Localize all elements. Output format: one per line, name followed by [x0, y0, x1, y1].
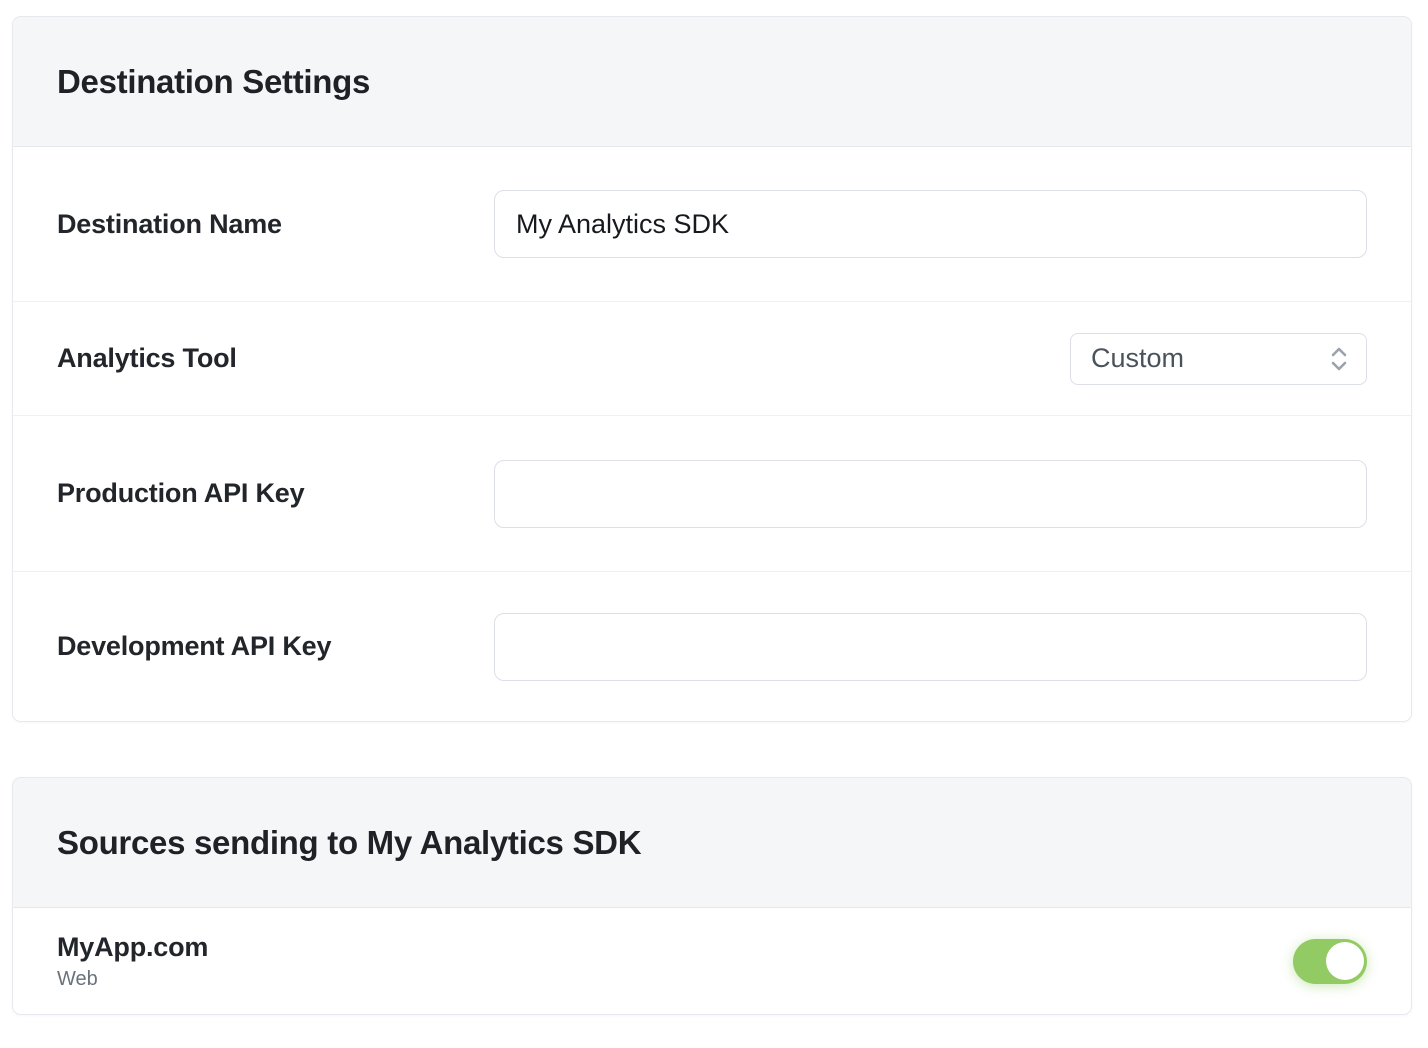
toggle-knob — [1326, 942, 1364, 980]
field-row-production-api-key: Production API Key — [13, 416, 1411, 572]
destination-settings-card: Destination Settings Destination Name An… — [12, 16, 1412, 722]
settings-page: Destination Settings Destination Name An… — [0, 16, 1428, 1048]
analytics-tool-label: Analytics Tool — [57, 343, 494, 374]
sources-header: Sources sending to My Analytics SDK — [13, 778, 1411, 908]
production-api-key-input[interactable] — [494, 460, 1367, 528]
production-api-key-label: Production API Key — [57, 478, 494, 509]
field-row-destination-name: Destination Name — [13, 147, 1411, 302]
source-platform: Web — [57, 968, 208, 991]
development-api-key-input[interactable] — [494, 613, 1367, 681]
destination-name-label: Destination Name — [57, 209, 494, 240]
destination-settings-title: Destination Settings — [57, 63, 370, 101]
development-api-key-label: Development API Key — [57, 631, 494, 662]
analytics-tool-select[interactable]: Custom — [1070, 333, 1367, 385]
analytics-tool-selected-value: Custom — [1091, 343, 1184, 374]
field-row-analytics-tool: Analytics Tool Custom — [13, 302, 1411, 416]
sources-card: Sources sending to My Analytics SDK MyAp… — [12, 777, 1412, 1015]
source-enabled-toggle[interactable] — [1293, 939, 1367, 984]
destination-settings-header: Destination Settings — [13, 17, 1411, 147]
source-info: MyApp.com Web — [57, 932, 208, 991]
source-row-myapp: MyApp.com Web — [13, 908, 1411, 1014]
destination-name-input[interactable] — [494, 190, 1367, 258]
source-name: MyApp.com — [57, 932, 208, 963]
sources-title: Sources sending to My Analytics SDK — [57, 824, 641, 862]
chevron-up-down-icon — [1328, 344, 1350, 374]
field-row-development-api-key: Development API Key — [13, 572, 1411, 721]
